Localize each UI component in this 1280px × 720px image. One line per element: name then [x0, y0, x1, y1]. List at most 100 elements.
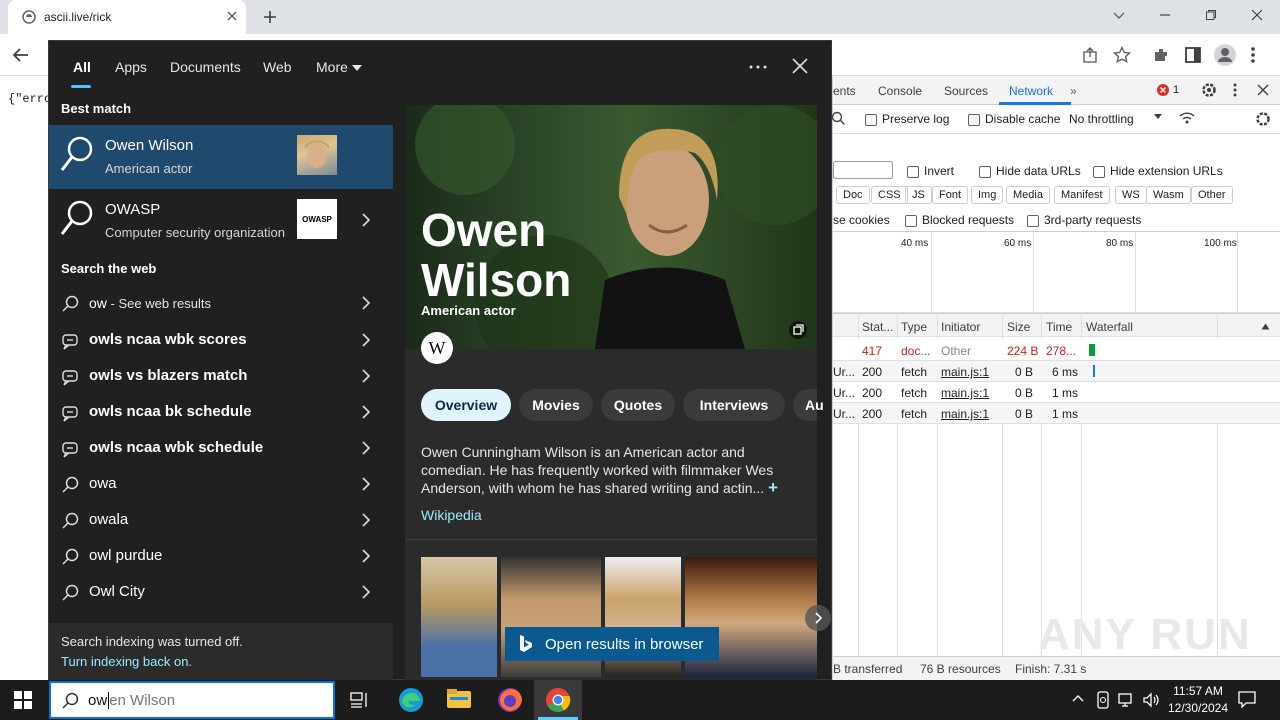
- close-tab-icon[interactable]: [226, 10, 238, 22]
- col-time[interactable]: Time: [1046, 320, 1072, 334]
- filter-manifest[interactable]: Manifest: [1054, 186, 1110, 204]
- network-icon[interactable]: [1118, 691, 1136, 709]
- share-icon[interactable]: [1082, 46, 1100, 64]
- restore-icon[interactable]: [1188, 0, 1234, 30]
- clock-time[interactable]: 11:57 AM: [1170, 684, 1226, 698]
- filter-ws[interactable]: WS: [1115, 186, 1147, 204]
- open-in-browser-button[interactable]: Open results in browser: [505, 627, 719, 661]
- chevron-right-icon[interactable]: [362, 296, 370, 310]
- disable-cache-checkbox[interactable]: Disable cache: [968, 112, 1060, 126]
- expand-plus-icon[interactable]: +: [768, 478, 778, 497]
- best-match-item-owen-wilson[interactable]: Owen Wilson American actor: [49, 125, 393, 189]
- web-result[interactable]: Owl City: [49, 574, 393, 610]
- web-result[interactable]: owala: [49, 502, 393, 538]
- network-conditions-icon[interactable]: [1179, 111, 1195, 125]
- gallery-next-icon[interactable]: [805, 605, 831, 631]
- web-result[interactable]: owls ncaa wbk scores: [49, 322, 393, 358]
- pill-quotes[interactable]: Quotes: [601, 389, 675, 421]
- chevron-right-icon[interactable]: [362, 441, 370, 455]
- pill-interviews[interactable]: Interviews: [683, 389, 785, 421]
- tab-sources[interactable]: Sources: [944, 84, 988, 98]
- wikipedia-icon[interactable]: W: [421, 332, 453, 364]
- tab-web[interactable]: Web: [263, 59, 292, 75]
- chevron-right-icon[interactable]: [362, 369, 370, 383]
- best-match-item-owasp[interactable]: OWASP Computer security organization OWA…: [49, 189, 393, 253]
- indexing-link[interactable]: Turn indexing back on.: [61, 654, 192, 669]
- filter-other[interactable]: Other: [1191, 186, 1233, 204]
- taskbar-search-box[interactable]: ow en Wilson: [49, 681, 335, 719]
- filter-doc[interactable]: Doc: [836, 186, 870, 204]
- more-options-icon[interactable]: [749, 65, 767, 69]
- chevron-right-icon[interactable]: [362, 513, 370, 527]
- cell-initiator[interactable]: main.js:1: [941, 386, 989, 400]
- col-initiator[interactable]: Initiator: [941, 320, 980, 334]
- edge-icon[interactable]: [398, 687, 424, 713]
- device-icon[interactable]: [1096, 691, 1110, 709]
- more-tabs-icon[interactable]: »: [1070, 84, 1077, 98]
- filter-input[interactable]: [833, 161, 893, 179]
- gallery-image[interactable]: [421, 557, 497, 677]
- web-result[interactable]: owls ncaa wbk schedule: [49, 430, 393, 466]
- tab-elements[interactable]: ents: [833, 84, 856, 98]
- col-type[interactable]: Type: [901, 320, 927, 334]
- tab-documents[interactable]: Documents: [170, 59, 241, 75]
- browser-tab[interactable]: ascii.live/rick: [8, 0, 246, 34]
- devtools-menu-icon[interactable]: [1233, 83, 1237, 97]
- col-status[interactable]: Stat...: [862, 320, 893, 334]
- chevron-up-icon[interactable]: [1072, 694, 1084, 702]
- chrome-taskbar-item[interactable]: [534, 680, 582, 720]
- chevron-right-icon[interactable]: [362, 405, 370, 419]
- preserve-log-checkbox[interactable]: Preserve log: [865, 112, 949, 126]
- web-result[interactable]: owl purdue: [49, 538, 393, 574]
- search-icon[interactable]: [831, 111, 845, 125]
- devtools-close-icon[interactable]: [1257, 84, 1269, 96]
- filter-font[interactable]: Font: [932, 186, 969, 204]
- throttling-select[interactable]: No throttling: [1069, 112, 1134, 126]
- web-result-ow[interactable]: ow - See web results: [49, 285, 393, 321]
- back-arrow-icon[interactable]: [12, 46, 30, 64]
- hide-data-urls-checkbox[interactable]: Hide data URLs: [979, 164, 1081, 178]
- invert-checkbox[interactable]: Invert: [907, 164, 954, 178]
- dropdown-arrow-icon[interactable]: [1153, 113, 1163, 121]
- new-tab-icon[interactable]: [262, 9, 278, 25]
- profile-avatar[interactable]: [1214, 44, 1236, 66]
- extensions-icon[interactable]: [1152, 46, 1170, 64]
- table-row[interactable]: 417 doc... Other 224 B 278...: [833, 340, 1280, 361]
- chevron-right-icon[interactable]: [362, 477, 370, 491]
- third-party-checkbox[interactable]: 3rd-party requests: [1027, 213, 1141, 227]
- close-icon[interactable]: [792, 58, 808, 74]
- filter-js[interactable]: JS: [905, 186, 932, 204]
- expand-image-icon[interactable]: [789, 321, 807, 339]
- tab-console[interactable]: Console: [878, 84, 922, 98]
- sort-up-icon[interactable]: [1261, 323, 1270, 330]
- chevron-right-icon[interactable]: [362, 549, 370, 563]
- hide-extension-urls-checkbox[interactable]: Hide extension URLs: [1093, 164, 1223, 178]
- tab-apps[interactable]: Apps: [115, 59, 147, 75]
- cell-initiator[interactable]: main.js:1: [941, 407, 989, 421]
- chevron-right-icon[interactable]: [362, 585, 370, 599]
- close-window-icon[interactable]: [1234, 0, 1280, 30]
- settings-gear-icon[interactable]: [1201, 82, 1217, 98]
- side-panel-icon[interactable]: [1184, 46, 1202, 64]
- table-row[interactable]: Ur... 200 fetch main.js:1 0 B 1 ms: [833, 403, 1280, 424]
- web-result[interactable]: owa: [49, 466, 393, 502]
- windows-start-icon[interactable]: [14, 691, 32, 709]
- minimize-icon[interactable]: [1142, 0, 1188, 30]
- pill-movies[interactable]: Movies: [519, 389, 593, 421]
- web-result[interactable]: owls vs blazers match: [49, 358, 393, 394]
- chevron-right-icon[interactable]: [362, 213, 370, 227]
- pill-overview[interactable]: Overview: [421, 389, 511, 421]
- filter-img[interactable]: Img: [971, 186, 1004, 204]
- tab-more[interactable]: More: [316, 59, 362, 75]
- network-settings-gear-icon[interactable]: [1255, 111, 1271, 127]
- error-icon[interactable]: [1157, 84, 1169, 96]
- menu-kebab-icon[interactable]: [1250, 46, 1256, 64]
- bookmark-star-icon[interactable]: [1113, 46, 1131, 64]
- blocked-cookies-label[interactable]: se cookies: [833, 213, 890, 227]
- col-size[interactable]: Size: [1007, 320, 1030, 334]
- cell-initiator[interactable]: main.js:1: [941, 365, 989, 379]
- tab-all[interactable]: All: [73, 59, 91, 75]
- col-waterfall[interactable]: Waterfall: [1086, 320, 1133, 334]
- chevron-right-icon[interactable]: [362, 333, 370, 347]
- pill-awards[interactable]: Au: [793, 389, 824, 421]
